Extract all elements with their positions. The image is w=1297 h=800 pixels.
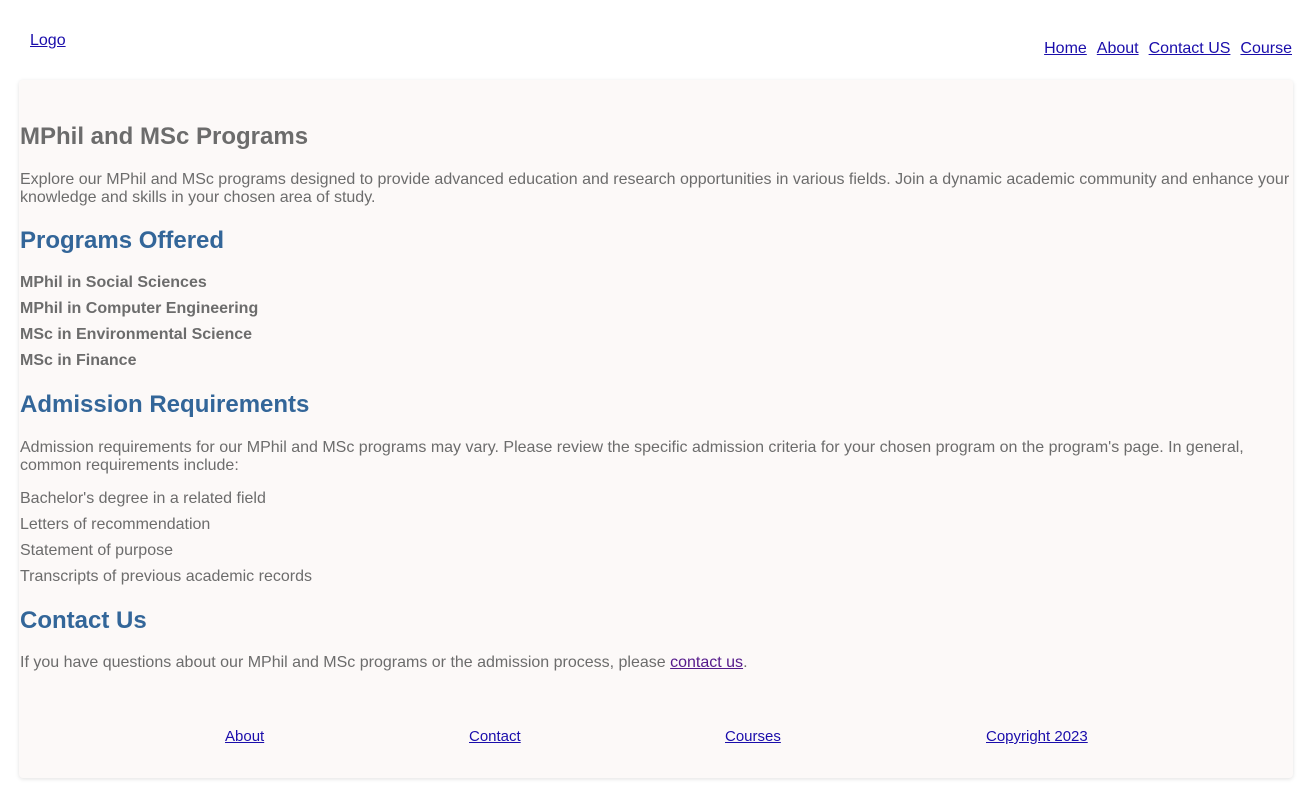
contact-text-end: . bbox=[743, 654, 748, 671]
intro-paragraph: Explore our MPhil and MSc programs desig… bbox=[20, 171, 1290, 206]
contact-text: If you have questions about our MPhil an… bbox=[20, 654, 671, 671]
program-item: MSc in Finance bbox=[20, 352, 137, 369]
requirement-item: Bachelor's degree in a related field bbox=[20, 490, 266, 507]
requirement-item: Letters of recommendation bbox=[20, 516, 211, 533]
contact-us-link[interactable]: contact us bbox=[670, 654, 743, 671]
requirements-list: Bachelor's degree in a related field Let… bbox=[20, 486, 312, 590]
admission-heading: Admission Requirements bbox=[20, 391, 310, 418]
nav-about-link[interactable]: About bbox=[1097, 40, 1139, 58]
nav-course-link[interactable]: Course bbox=[1240, 40, 1292, 58]
footer-contact-link[interactable]: Contact bbox=[469, 728, 521, 745]
footer-copyright-link[interactable]: Copyright 2023 bbox=[986, 728, 1088, 745]
programs-heading: Programs Offered bbox=[20, 227, 225, 254]
programs-list: MPhil in Social Sciences MPhil in Comput… bbox=[20, 270, 258, 374]
nav-contact-link[interactable]: Contact US bbox=[1149, 40, 1231, 58]
nav-home-link[interactable]: Home bbox=[1044, 40, 1087, 58]
program-item: MSc in Environmental Science bbox=[20, 326, 253, 343]
content-card: MPhil and MSc Programs Explore our MPhil… bbox=[19, 80, 1293, 778]
footer-courses-link[interactable]: Courses bbox=[725, 728, 781, 745]
requirement-item: Statement of purpose bbox=[20, 542, 173, 559]
contact-paragraph: If you have questions about our MPhil an… bbox=[20, 654, 748, 672]
contact-heading: Contact Us bbox=[20, 607, 147, 634]
admission-paragraph: Admission requirements for our MPhil and… bbox=[20, 439, 1244, 474]
requirement-item: Transcripts of previous academic records bbox=[20, 568, 312, 585]
program-item: MPhil in Computer Engineering bbox=[20, 300, 259, 317]
footer-about-link[interactable]: About bbox=[225, 728, 264, 745]
logo-link[interactable]: Logo bbox=[30, 32, 66, 50]
page-title: MPhil and MSc Programs bbox=[20, 123, 309, 150]
top-nav: Home About Contact US Course bbox=[1044, 40, 1292, 58]
program-item: MPhil in Social Sciences bbox=[20, 274, 207, 291]
